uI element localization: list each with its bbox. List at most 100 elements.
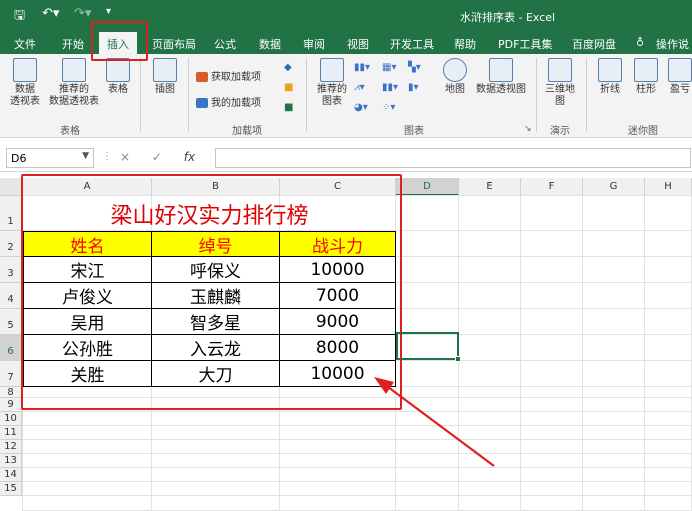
- dialog-launcher-icon[interactable]: ↘: [524, 124, 532, 134]
- column-header-e[interactable]: E: [459, 178, 521, 196]
- row-header-5[interactable]: 5: [0, 309, 22, 335]
- tab-formulas[interactable]: 公式: [214, 36, 236, 52]
- cancel-icon[interactable]: ×: [120, 150, 130, 164]
- pivot-table-button[interactable]: 数据 透视表: [6, 58, 44, 108]
- waterfall-chart-icon[interactable]: ▚▾: [408, 62, 421, 73]
- gridline-horizontal: [23, 467, 692, 468]
- winloss-sparkline-label: 盈亏: [670, 84, 690, 95]
- table-button[interactable]: 表格: [104, 58, 132, 96]
- pivot-chart-button[interactable]: 数据透视图: [474, 58, 528, 96]
- people-graph-icon[interactable]: ■: [284, 102, 293, 113]
- drag-handle-icon[interactable]: ⋮: [102, 151, 112, 162]
- row-header-11[interactable]: 11: [0, 426, 22, 440]
- recommended-charts-button[interactable]: 推荐的 图表: [312, 58, 352, 108]
- enter-icon[interactable]: ✓: [152, 150, 162, 164]
- redo-icon[interactable]: ↷▾: [74, 6, 91, 21]
- tab-developer[interactable]: 开发工具: [390, 36, 434, 52]
- row-header-14[interactable]: 14: [0, 468, 22, 482]
- line-sparkline-button[interactable]: 折线: [596, 58, 624, 96]
- row-header-3[interactable]: 3: [0, 257, 22, 283]
- illustrations-button[interactable]: 插图: [148, 58, 182, 96]
- column-header-h[interactable]: H: [645, 178, 692, 196]
- save-icon[interactable]: 🖫: [14, 6, 25, 28]
- line-sparkline-label: 折线: [600, 84, 620, 95]
- tab-file[interactable]: 文件: [14, 36, 36, 52]
- map-button[interactable]: 地图: [440, 58, 470, 96]
- recommended-pivot-button[interactable]: 推荐的 数据透视表: [46, 58, 102, 108]
- formula-input[interactable]: [215, 148, 691, 168]
- select-all-button[interactable]: [0, 178, 23, 196]
- customize-icon[interactable]: ▾: [106, 6, 111, 17]
- pie-chart-icon[interactable]: ◕▾: [354, 102, 368, 113]
- illustrations-label: 插图: [155, 84, 175, 95]
- row-header-2[interactable]: 2: [0, 231, 22, 257]
- scatter-chart-icon[interactable]: ⁘▾: [382, 102, 395, 113]
- 3d-map-button[interactable]: 三维地 图: [542, 58, 578, 108]
- combo-chart-icon[interactable]: ▮▾: [408, 82, 419, 93]
- annotation-box-insert-tab: [91, 21, 148, 61]
- pivot-chart-icon: [489, 58, 513, 82]
- tab-page-layout[interactable]: 页面布局: [152, 36, 196, 52]
- 3d-map-label: 三维地 图: [545, 84, 575, 107]
- row-header-9[interactable]: 9: [0, 398, 22, 412]
- row-header-6[interactable]: 6: [0, 335, 22, 361]
- chevron-down-icon[interactable]: ▼: [82, 151, 89, 161]
- row-header-12[interactable]: 12: [0, 440, 22, 454]
- gridline-vertical: [644, 196, 645, 511]
- formula-bar: D6 ▼ ⋮ × ✓ fx: [0, 144, 692, 172]
- tab-data[interactable]: 数据: [259, 36, 281, 52]
- winloss-sparkline-icon: [668, 58, 692, 82]
- row-header-4[interactable]: 4: [0, 283, 22, 309]
- gridline-horizontal: [23, 425, 692, 426]
- tab-help[interactable]: 帮助: [454, 36, 476, 52]
- fill-handle[interactable]: [455, 356, 461, 362]
- line-sparkline-icon: [598, 58, 622, 82]
- column-header-d[interactable]: D: [396, 178, 459, 196]
- 3d-map-icon: [548, 58, 572, 82]
- group-label-tours: 演示: [550, 126, 570, 137]
- column-header-f[interactable]: F: [521, 178, 583, 196]
- bing-icon[interactable]: ■: [284, 82, 293, 93]
- lightbulb-icon[interactable]: ♁: [636, 36, 644, 49]
- undo-icon[interactable]: ↶▾: [42, 6, 59, 21]
- hierarchy-chart-icon[interactable]: ▦▾: [382, 62, 396, 73]
- tab-view[interactable]: 视图: [347, 36, 369, 52]
- statistic-chart-icon[interactable]: ▮▮▾: [382, 82, 398, 93]
- table-label: 表格: [108, 84, 128, 95]
- tab-home[interactable]: 开始: [62, 36, 84, 52]
- visio-icon[interactable]: ◆: [284, 62, 292, 73]
- group-separator: [188, 58, 189, 132]
- tab-review[interactable]: 审阅: [303, 36, 325, 52]
- line-chart-icon[interactable]: ⩘▾: [354, 82, 365, 93]
- gridline-horizontal: [23, 481, 692, 482]
- row-header-13[interactable]: 13: [0, 454, 22, 468]
- name-box[interactable]: D6 ▼: [6, 148, 94, 168]
- pivot-table-label: 数据 透视表: [10, 84, 40, 107]
- annotation-box-table: [21, 174, 402, 410]
- column-header-g[interactable]: G: [583, 178, 645, 196]
- column-chart-icon[interactable]: ▮▮▾: [354, 62, 370, 73]
- group-separator: [306, 58, 307, 132]
- column-sparkline-button[interactable]: 柱形: [632, 58, 660, 96]
- winloss-sparkline-button[interactable]: 盈亏: [668, 58, 692, 96]
- pivot-table-icon: [13, 58, 37, 82]
- gridline-horizontal: [23, 453, 692, 454]
- group-separator: [140, 58, 141, 132]
- tab-pdf-tools[interactable]: PDF工具集: [498, 36, 552, 52]
- row-header-10[interactable]: 10: [0, 412, 22, 426]
- tab-tell-me[interactable]: 操作说: [656, 36, 689, 52]
- illustrations-icon: [153, 58, 177, 82]
- recommended-charts-icon: [320, 58, 344, 82]
- row-header-7[interactable]: 7: [0, 361, 22, 387]
- row-header-8[interactable]: 8: [0, 387, 22, 398]
- store-icon: [196, 72, 208, 82]
- my-addins-button[interactable]: 我的加载项: [196, 94, 261, 109]
- recommended-pivot-label: 推荐的 数据透视表: [49, 84, 99, 107]
- get-addins-button[interactable]: 获取加载项: [196, 68, 261, 83]
- row-header-15[interactable]: 15: [0, 482, 22, 496]
- active-cell[interactable]: [396, 332, 461, 362]
- tab-baidu-netdisk[interactable]: 百度网盘: [572, 36, 616, 52]
- insert-function-icon[interactable]: fx: [184, 150, 195, 164]
- group-separator: [536, 58, 537, 132]
- row-header-1[interactable]: 1: [0, 196, 22, 231]
